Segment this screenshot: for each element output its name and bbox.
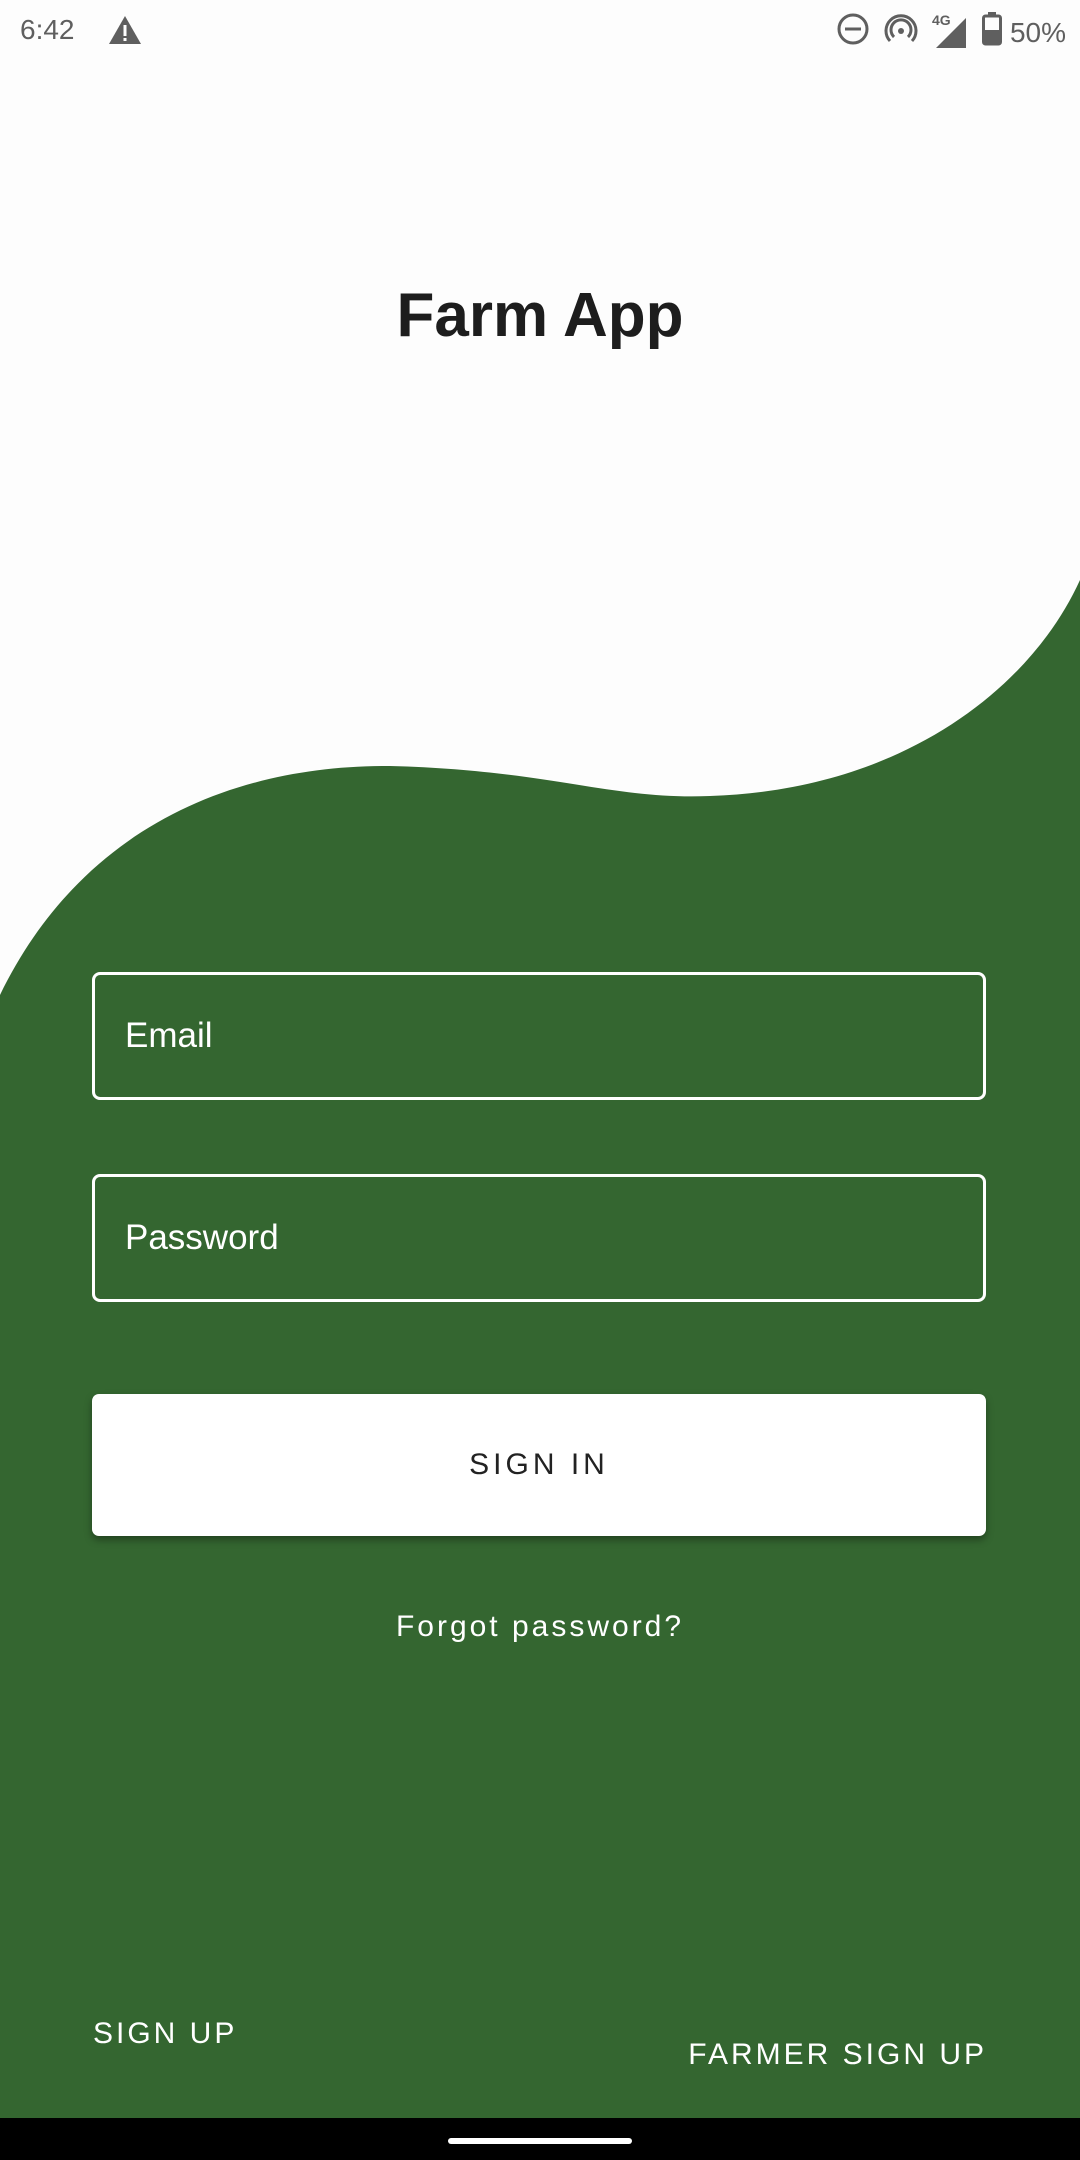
email-field-container (92, 972, 986, 1100)
status-time: 6:42 (20, 14, 75, 45)
app-title: Farm App (396, 281, 684, 350)
do-not-disturb-icon (836, 12, 870, 53)
forgot-password-link[interactable]: Forgot password? (0, 1610, 1080, 1644)
hotspot-icon (884, 12, 918, 53)
farmer-sign-up-link[interactable]: FARMER SIGN UP (688, 2038, 987, 2072)
sign-in-button[interactable]: SIGN IN (92, 1394, 986, 1536)
password-field-container (92, 1174, 986, 1302)
network-type: 4G (931, 11, 951, 28)
email-input[interactable] (95, 975, 983, 1097)
sign-up-link[interactable]: SIGN UP (93, 2017, 237, 2051)
battery-percentage: 50% (1009, 16, 1066, 48)
password-input[interactable] (95, 1177, 983, 1299)
battery-icon (981, 12, 1002, 53)
home-gesture-handle[interactable] (448, 2138, 632, 2144)
warning-icon (108, 14, 142, 46)
signal-icon: 4G (932, 12, 968, 50)
status-bar: 6:42 4G 50% (0, 0, 1080, 62)
